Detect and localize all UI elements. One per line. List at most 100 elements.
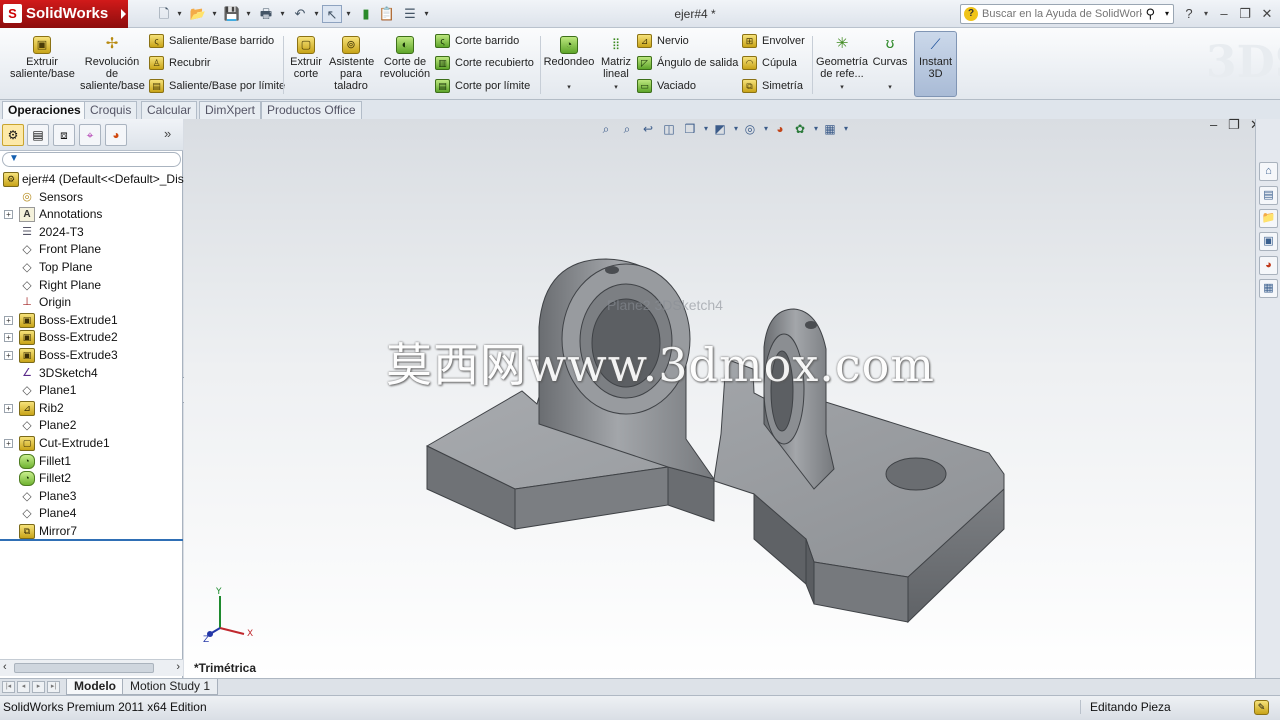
view-settings-icon[interactable]: ▦ <box>822 121 838 137</box>
options-dropdown-icon[interactable]: ▾ <box>422 5 431 23</box>
graphics-area[interactable]: ⌕ ⌕ ↩ ◫ ❒ ▾ ◩ ▾ ◎ ▾ ◕ ✿ ▾ ▦ ▾ – ❐ ✕ <box>184 117 1261 678</box>
linear-pattern-dropdown-icon[interactable]: ▾ <box>598 82 634 94</box>
tree-item-right-plane[interactable]: ◇ Right Plane <box>0 277 183 295</box>
tree-item-plane3[interactable]: ◇ Plane3 <box>0 488 183 506</box>
scroll-left-icon[interactable]: ‹ <box>3 661 7 673</box>
feature-filter-input[interactable]: ▼ <box>2 152 181 167</box>
tree-item-boss-extrude2[interactable]: + ▣ Boss-Extrude2 <box>0 329 183 347</box>
restore-icon[interactable]: ❐ <box>1236 5 1254 23</box>
expand-icon[interactable]: + <box>4 333 13 343</box>
dome-button[interactable]: ◠ Cúpula <box>741 53 797 73</box>
tab-motion-study-1[interactable]: Motion Study 1 <box>122 679 219 695</box>
expand-icon[interactable]: + <box>4 315 13 325</box>
select-dropdown-icon[interactable]: ▾ <box>344 5 353 23</box>
fillet-dropdown-icon[interactable]: ▾ <box>543 82 595 94</box>
curves-dropdown-icon[interactable]: ▾ <box>871 82 909 94</box>
panel-split-divider[interactable] <box>0 539 183 541</box>
loft-boss-button[interactable]: ♙ Recubrir <box>148 53 211 73</box>
expand-icon[interactable]: + <box>4 403 13 413</box>
new-dropdown-icon[interactable]: ▾ <box>175 5 184 23</box>
options-icon[interactable]: ☰ <box>400 5 420 23</box>
draft-button[interactable]: ◸ Ángulo de salida <box>636 53 738 73</box>
tree-item-3dsketch4[interactable]: ∠ 3DSketch4 <box>0 365 183 383</box>
dimxpert-manager-tab-icon[interactable]: ⌖ <box>79 124 101 146</box>
3d-part-model[interactable] <box>414 229 1034 649</box>
tab-calcular[interactable]: Calcular <box>141 101 198 119</box>
help-search-box[interactable]: ? ⚲ ▾ <box>960 4 1174 24</box>
viewport-minimize-icon[interactable]: – <box>1210 117 1217 132</box>
feature-manager-tab-icon[interactable]: ⚙ <box>2 124 24 146</box>
more-tabs-icon[interactable]: » <box>164 126 171 141</box>
tree-root-part[interactable]: ⚙ ejer#4 (Default<<Default>_Disp <box>0 171 190 189</box>
help-icon[interactable]: ? <box>1180 5 1198 23</box>
close-icon[interactable]: ✕ <box>1258 5 1276 23</box>
expand-icon[interactable]: + <box>4 438 13 448</box>
property-manager-tab-icon[interactable]: ▤ <box>27 124 49 146</box>
display-manager-tab-icon[interactable]: ◕ <box>105 124 127 146</box>
tree-item-annotations[interactable]: + A Annotations <box>0 206 183 224</box>
search-dropdown-icon[interactable]: ▾ <box>1165 9 1169 18</box>
zoom-to-fit-icon[interactable]: ⌕ <box>598 121 614 137</box>
horizontal-scrollbar[interactable]: ‹ › <box>0 659 183 676</box>
rebuild-status-icon[interactable]: ✎ <box>1254 700 1269 715</box>
tab-operaciones[interactable]: Operaciones <box>2 101 87 119</box>
scroll-right-icon[interactable]: › <box>176 661 180 673</box>
boundary-boss-button[interactable]: ▤ Saliente/Base por límite <box>148 76 285 96</box>
tree-item-top-plane[interactable]: ◇ Top Plane <box>0 259 183 277</box>
revolve-cut-button[interactable]: ◐ Corte de revolución <box>378 32 432 80</box>
file-properties-icon[interactable]: 📋 <box>377 5 397 23</box>
tab-dimxpert[interactable]: DimXpert <box>199 101 262 119</box>
swept-cut-button[interactable]: ς Corte barrido <box>434 31 519 51</box>
fillet-button[interactable]: ◔ Redondeo ▾ <box>543 32 595 94</box>
tree-item-cut-extrude1[interactable]: + ▢ Cut-Extrude1 <box>0 435 183 453</box>
rib-button[interactable]: ⊿ Nervio <box>636 31 689 51</box>
tree-item-boss-extrude3[interactable]: + ▣ Boss-Extrude3 <box>0 347 183 365</box>
view-orientation-icon[interactable]: ❒ <box>682 121 698 137</box>
zoom-to-area-icon[interactable]: ⌕ <box>619 121 635 137</box>
tree-item-material[interactable]: ☰ 2024-T3 <box>0 224 183 242</box>
view-palette-icon[interactable]: ▣ <box>1259 232 1278 251</box>
tree-item-sensors[interactable]: ◎ Sensors <box>0 189 183 207</box>
reference-geometry-button[interactable]: ✳ Geometría de refe... ▾ <box>815 32 869 94</box>
solidworks-menu-button[interactable]: S SolidWorks <box>0 0 128 28</box>
open-folder-icon[interactable]: 📂 <box>188 5 208 23</box>
tree-item-front-plane[interactable]: ◇ Front Plane <box>0 241 183 259</box>
tree-item-origin[interactable]: ⊥ Origin <box>0 294 183 312</box>
extrude-boss-button[interactable]: ▣ Extruir saliente/base <box>10 32 75 80</box>
lofted-cut-button[interactable]: ▥ Corte recubierto <box>434 53 534 73</box>
select-pointer-icon[interactable]: ↖ <box>322 5 342 23</box>
configuration-manager-tab-icon[interactable]: ⧈ <box>53 124 75 146</box>
section-view-icon[interactable]: ◫ <box>661 121 677 137</box>
view-settings-dropdown-icon[interactable]: ▾ <box>838 121 854 137</box>
appearances-scenes-icon[interactable]: ◕ <box>1259 256 1278 275</box>
expand-icon[interactable]: + <box>4 210 13 220</box>
previous-view-icon[interactable]: ↩ <box>640 121 656 137</box>
scroll-thumb[interactable] <box>14 663 154 673</box>
extrude-cut-button[interactable]: ▢ Extruir corte <box>286 32 326 80</box>
curves-button[interactable]: ʊ Curvas ▾ <box>871 32 909 94</box>
tree-item-plane2[interactable]: ◇ Plane2 <box>0 417 183 435</box>
first-tab-icon[interactable]: |◂ <box>2 681 15 693</box>
prev-tab-icon[interactable]: ◂ <box>17 681 30 693</box>
display-style-icon[interactable]: ◩ <box>712 121 728 137</box>
viewport-restore-icon[interactable]: ❐ <box>1228 117 1240 133</box>
hide-show-items-icon[interactable]: ◎ <box>742 121 758 137</box>
revolve-boss-button[interactable]: ✢ Revolución de saliente/base <box>80 32 145 93</box>
apply-scene-icon[interactable]: ✿ <box>792 121 808 137</box>
wrap-button[interactable]: ⊞ Envolver <box>741 31 805 51</box>
save-icon[interactable]: 💾 <box>222 5 242 23</box>
custom-properties-icon[interactable]: ▦ <box>1259 279 1278 298</box>
hole-wizard-button[interactable]: ⊚ Asistente para taladro <box>329 32 374 92</box>
tree-item-fillet1[interactable]: ◔ Fillet1 <box>0 453 183 471</box>
tree-item-mirror7[interactable]: ⧉ Mirror7 <box>0 523 183 541</box>
new-document-icon[interactable]: 🗋 <box>154 5 174 23</box>
help-dropdown-icon[interactable]: ▾ <box>1197 5 1215 23</box>
boundary-cut-button[interactable]: ▤ Corte por límite <box>434 76 530 96</box>
save-dropdown-icon[interactable]: ▾ <box>244 5 253 23</box>
last-tab-icon[interactable]: ▸| <box>47 681 60 693</box>
tree-item-plane4[interactable]: ◇ Plane4 <box>0 505 183 523</box>
undo-dropdown-icon[interactable]: ▾ <box>312 5 321 23</box>
swept-boss-button[interactable]: ς Saliente/Base barrido <box>148 31 274 51</box>
tab-productos-office[interactable]: Productos Office <box>261 101 362 119</box>
next-tab-icon[interactable]: ▸ <box>32 681 45 693</box>
